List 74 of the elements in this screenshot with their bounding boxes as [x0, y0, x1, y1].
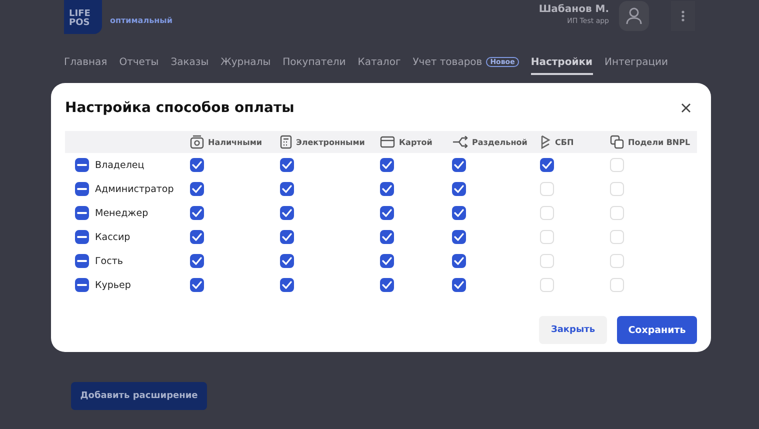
cash-icon	[190, 135, 204, 149]
checkbox[interactable]	[190, 230, 204, 244]
checkbox[interactable]	[380, 254, 394, 268]
close-dialog-button[interactable]: Закрыть	[539, 316, 607, 344]
minus-icon	[77, 260, 87, 262]
checkbox[interactable]	[452, 182, 466, 196]
minus-icon	[77, 164, 87, 166]
minus-icon	[77, 284, 87, 286]
column-header: Раздельной	[472, 138, 528, 146]
user-name: Шабанов М.	[538, 4, 609, 15]
nav-tab[interactable]: Журналы	[220, 57, 271, 73]
role-label: Кассир	[95, 232, 130, 242]
column-header: Картой	[399, 138, 432, 146]
role-label: Администратор	[95, 184, 174, 194]
card-icon	[380, 136, 395, 148]
checkbox[interactable]	[190, 158, 204, 172]
checkbox[interactable]	[280, 158, 294, 172]
column-header: Наличными	[208, 138, 262, 146]
calculator-icon	[280, 135, 292, 149]
user-icon	[624, 6, 644, 26]
save-button[interactable]: Сохранить	[617, 316, 697, 344]
column-header: Электронными	[296, 138, 365, 146]
dialog-title: Настройка способов оплаты	[65, 100, 294, 116]
checkbox[interactable]	[452, 158, 466, 172]
checkbox[interactable]	[452, 254, 466, 268]
checkbox[interactable]	[190, 254, 204, 268]
nav-tab[interactable]: Заказы	[170, 57, 209, 73]
role-checkbox[interactable]	[75, 254, 89, 268]
checkbox[interactable]	[380, 182, 394, 196]
checkbox[interactable]	[452, 206, 466, 220]
checkbox[interactable]	[380, 206, 394, 220]
checkbox[interactable]	[280, 254, 294, 268]
more-icon	[681, 10, 685, 22]
minus-icon	[77, 236, 87, 238]
nav-tab[interactable]: Отчеты	[119, 57, 159, 73]
plan-label: оптимальный	[110, 16, 172, 25]
sbp-icon	[540, 135, 551, 149]
checkbox[interactable]	[380, 230, 394, 244]
role-label: Курьер	[95, 280, 131, 290]
role-checkbox[interactable]	[75, 158, 89, 172]
nav-tab[interactable]: Главная	[64, 57, 108, 73]
avatar-button[interactable]	[619, 1, 649, 31]
minus-icon	[77, 188, 87, 190]
checkbox[interactable]	[540, 158, 554, 172]
checkbox[interactable]	[190, 206, 204, 220]
split-icon	[452, 136, 468, 148]
role-label: Менеджер	[95, 208, 148, 218]
role-checkbox[interactable]	[75, 182, 89, 196]
nav-tab[interactable]: Каталог	[358, 57, 401, 73]
checkbox[interactable]	[380, 158, 394, 172]
checkbox[interactable]	[280, 182, 294, 196]
add-extension-button[interactable]: Добавить расширение	[71, 382, 207, 410]
checkbox[interactable]	[452, 278, 466, 292]
role-label: Гость	[95, 256, 123, 266]
close-icon	[681, 103, 691, 113]
checkbox[interactable]	[280, 278, 294, 292]
checkbox[interactable]	[280, 230, 294, 244]
checkbox[interactable]	[452, 230, 466, 244]
role-checkbox[interactable]	[75, 230, 89, 244]
nav-tab[interactable]: Настройки	[530, 57, 593, 75]
checkbox[interactable]	[190, 182, 204, 196]
nav-tab[interactable]: Интеграции	[604, 57, 668, 73]
nav-tab[interactable]: Покупатели	[282, 57, 346, 73]
checkbox[interactable]	[280, 206, 294, 220]
role-label: Владелец	[95, 160, 144, 170]
copy-icon	[610, 135, 624, 149]
column-header: СБП	[555, 138, 574, 146]
column-header: Подели BNPL	[628, 138, 690, 146]
checkbox[interactable]	[190, 278, 204, 292]
checkbox[interactable]	[380, 278, 394, 292]
minus-icon	[77, 212, 87, 214]
logo: LIFE POS	[64, 0, 102, 34]
role-checkbox[interactable]	[75, 206, 89, 220]
role-checkbox[interactable]	[75, 278, 89, 292]
